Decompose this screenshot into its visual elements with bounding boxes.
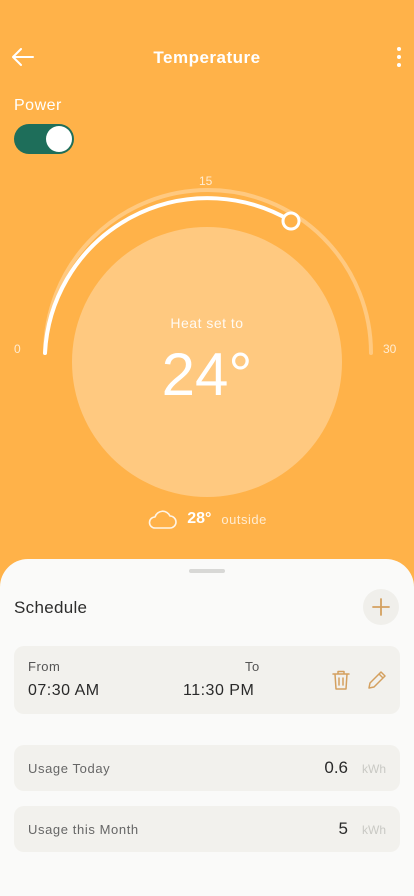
delete-schedule-button[interactable]: [329, 668, 353, 692]
edit-schedule-button[interactable]: [365, 668, 389, 692]
dial-handle: [281, 211, 301, 231]
usage-month-card: Usage this Month 5 kWh: [14, 806, 400, 852]
dial-mid-label: 15: [199, 174, 213, 188]
sheet-drag-handle[interactable]: [189, 569, 225, 573]
trash-icon: [332, 670, 350, 690]
schedule-item[interactable]: From 07:30 AM To 11:30 PM: [14, 646, 400, 714]
toggle-knob: [46, 126, 72, 152]
pencil-icon: [368, 671, 386, 689]
from-label: From: [28, 659, 61, 674]
plus-icon: [372, 598, 390, 616]
schedule-title: Schedule: [14, 598, 88, 617]
usage-label: Usage Today: [28, 761, 111, 776]
setpoint-temperature: 24°: [161, 341, 253, 408]
page-title: Temperature: [153, 48, 261, 67]
app-header: Temperature: [0, 0, 414, 115]
usage-unit: kWh: [362, 823, 386, 837]
to-label: To: [245, 659, 260, 674]
power-toggle[interactable]: [14, 124, 74, 154]
usage-unit: kWh: [362, 762, 386, 776]
power-label: Power: [14, 97, 62, 114]
to-time: 11:30 PM: [183, 682, 255, 699]
bottom-sheet: Schedule From 07:30 AM To 11:30 PM Usage…: [0, 559, 414, 896]
more-vertical-icon: [397, 47, 401, 51]
from-time: 07:30 AM: [28, 682, 100, 699]
outside-temperature: 28°: [187, 510, 212, 527]
heat-set-label: Heat set to: [170, 315, 244, 331]
add-schedule-button[interactable]: [363, 589, 399, 625]
usage-label: Usage this Month: [28, 822, 139, 837]
usage-value: 0.6: [324, 758, 348, 777]
usage-today-card: Usage Today 0.6 kWh: [14, 745, 400, 791]
outside-label: outside: [221, 511, 267, 527]
outside-weather: 28° outside: [0, 508, 414, 530]
more-options-button[interactable]: [392, 44, 406, 70]
usage-value: 5: [338, 819, 348, 838]
cloud-icon: [148, 510, 177, 529]
